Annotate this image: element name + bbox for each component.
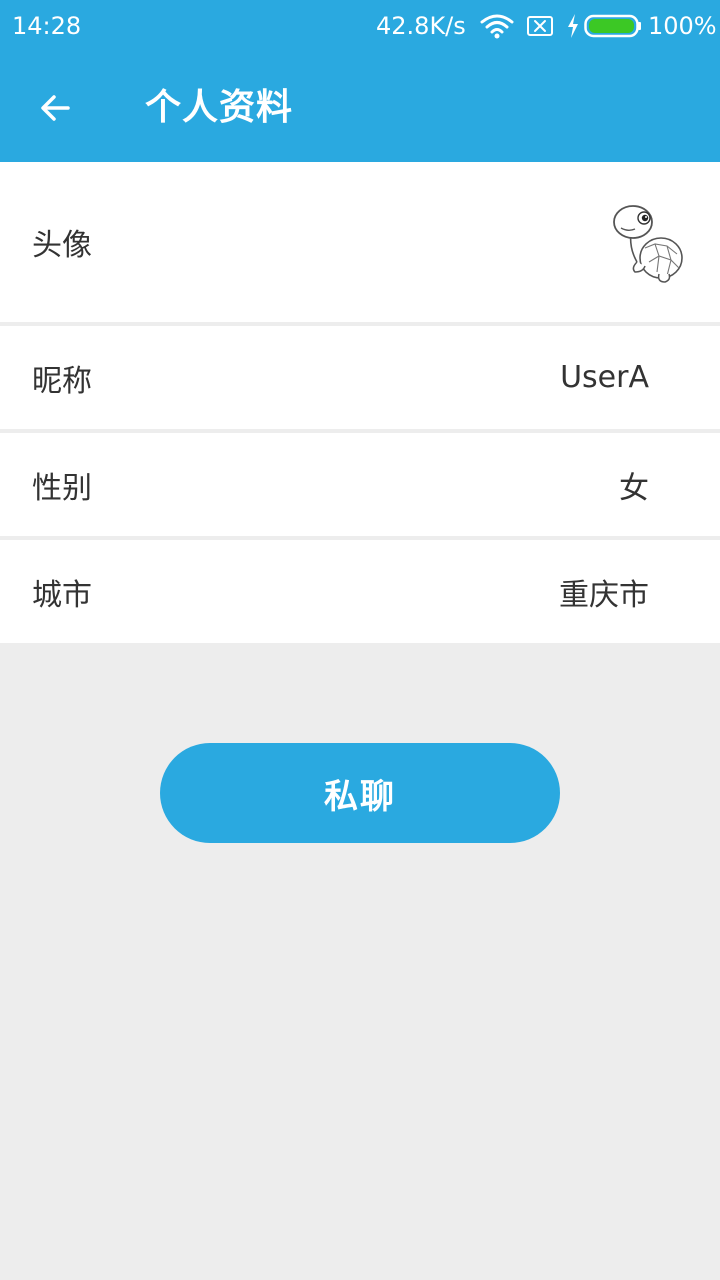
city-row[interactable]: 城市 重庆市 (0, 540, 720, 643)
avatar[interactable] (601, 192, 699, 292)
nickname-row[interactable]: 昵称 UserA (0, 326, 720, 429)
battery-icon (584, 14, 642, 38)
sim-off-icon (526, 14, 554, 38)
city-label: 城市 (32, 577, 92, 613)
status-time: 14:28 (12, 12, 82, 40)
private-chat-button[interactable]: 私聊 (160, 743, 560, 843)
app-bar: 个人资料 (0, 54, 720, 162)
network-speed: 42.8K/s (376, 12, 466, 40)
status-bar: 14:28 42.8K/s 100% (0, 0, 720, 54)
avatar-label: 头像 (32, 228, 92, 263)
wifi-icon (480, 12, 514, 40)
back-button[interactable] (26, 78, 86, 138)
avatar-row[interactable]: 头像 (0, 162, 720, 322)
nickname-label: 昵称 (32, 363, 92, 399)
city-value: 重庆市 (559, 577, 649, 613)
battery-percent: 100% (648, 12, 717, 40)
turtle-avatar-image (613, 205, 683, 283)
nickname-value: UserA (560, 360, 649, 395)
page-title: 个人资料 (145, 87, 294, 128)
gender-value: 女 (619, 470, 649, 506)
top-bar: 14:28 42.8K/s 100% 个人资料 (0, 0, 720, 162)
charging-icon (566, 13, 580, 39)
arrow-left-icon (41, 95, 70, 121)
gender-row[interactable]: 性别 女 (0, 433, 720, 536)
gender-label: 性别 (32, 470, 92, 506)
